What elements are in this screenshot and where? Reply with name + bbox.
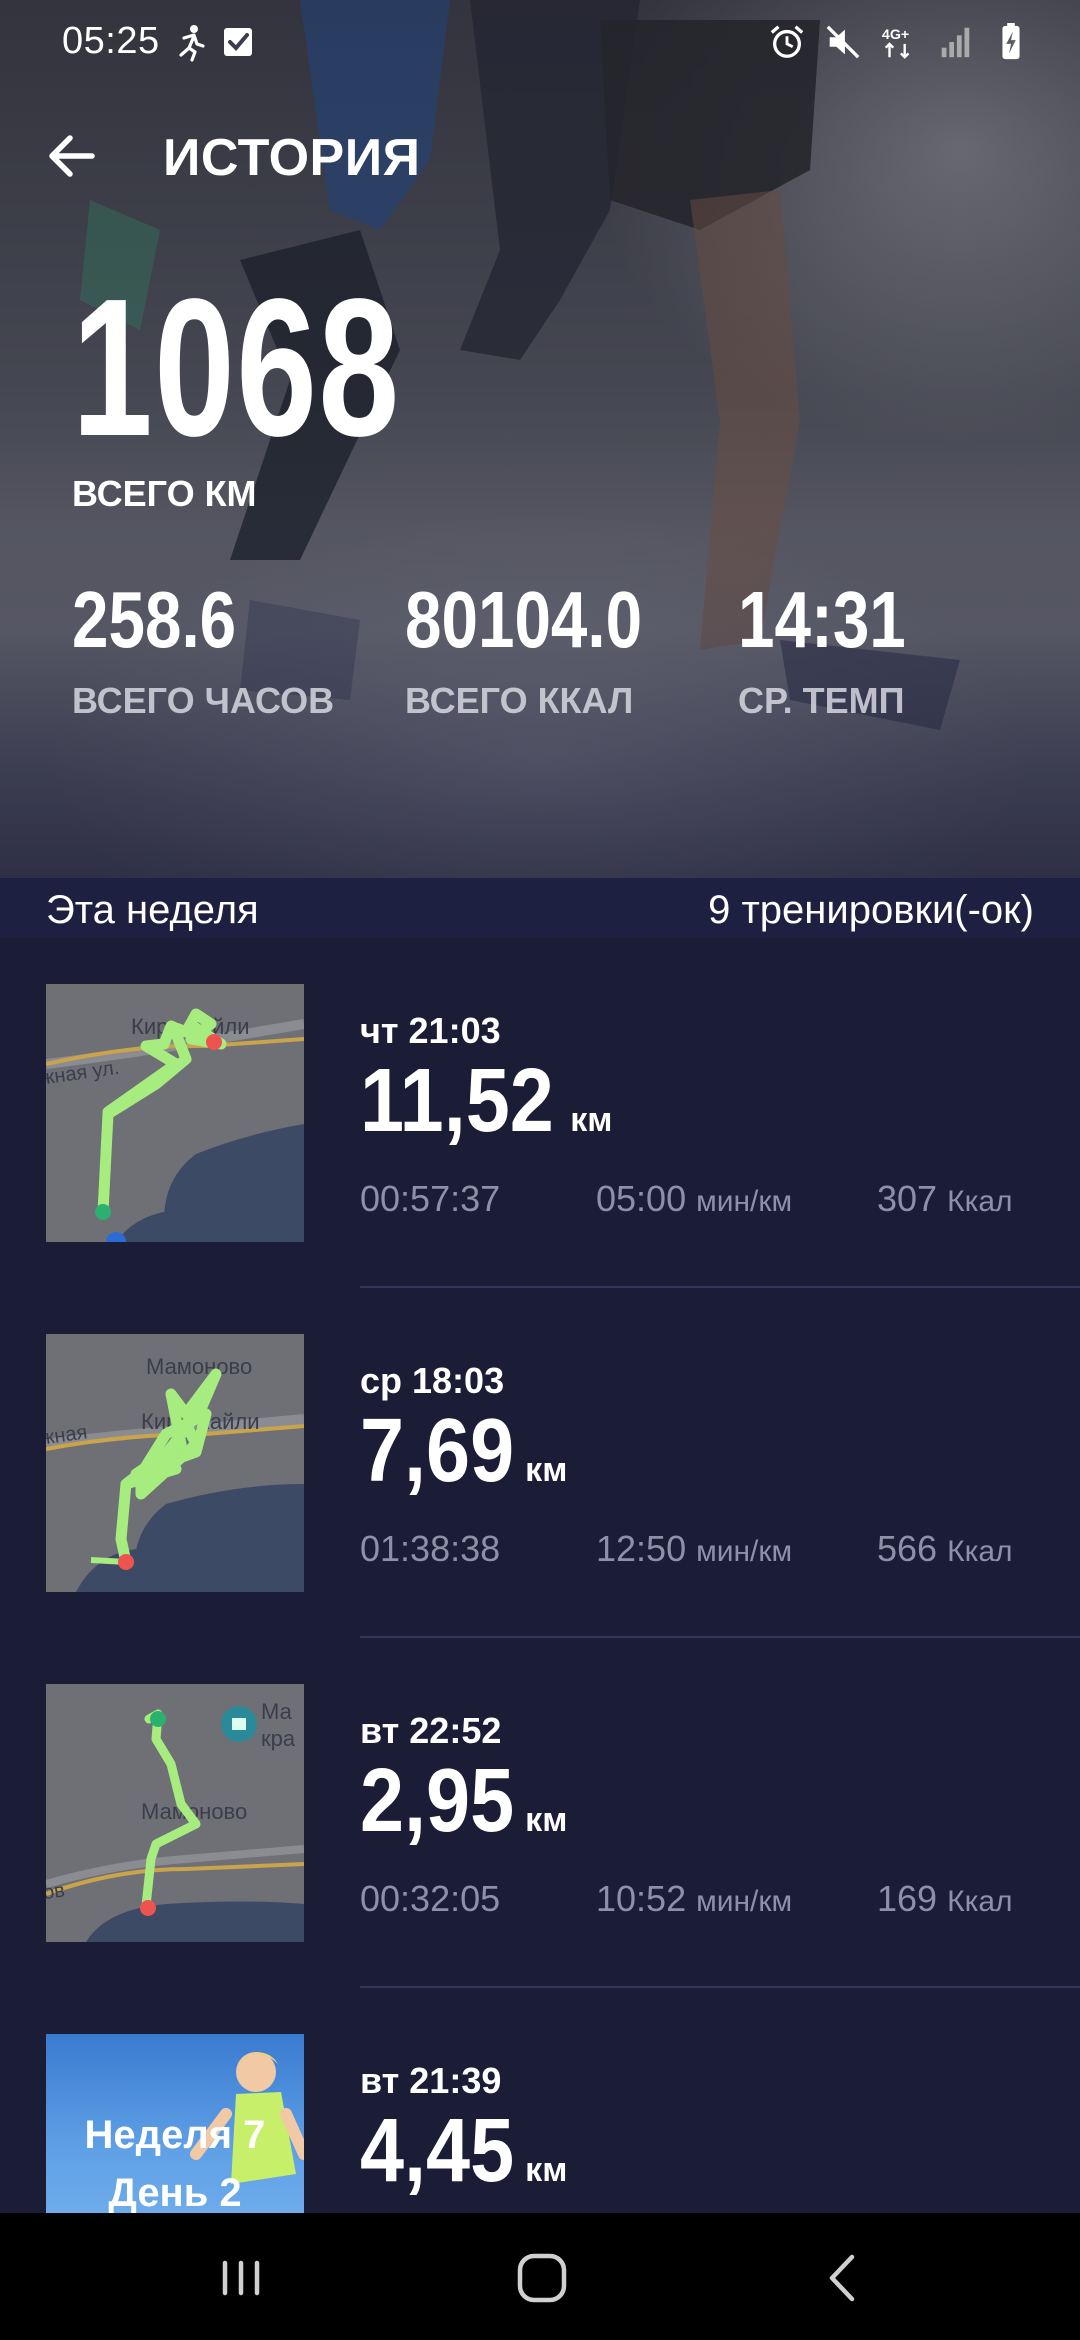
avg-pace-stat: 14:31 СР. ТЕМП bbox=[738, 580, 943, 722]
workout-metrics: 00:57:37 05:00 мин/км 307 Ккал bbox=[360, 1178, 1040, 1222]
workout-duration: 00:32:05 bbox=[360, 1878, 501, 1919]
week-title: Эта неделя bbox=[46, 888, 259, 932]
workout-calories-value: 169 bbox=[877, 1878, 938, 1919]
workout-date-time: вт 21:39 bbox=[360, 2060, 502, 2101]
workout-distance-unit: км bbox=[570, 1101, 613, 1139]
route-map-thumbnail: Ма кра Мамоново ов bbox=[46, 1684, 304, 1942]
total-hours-label: ВСЕГО ЧАСОВ bbox=[72, 680, 335, 721]
workout-pace-value: 05:00 bbox=[596, 1178, 687, 1219]
workout-calories: 566 Ккал bbox=[877, 1528, 1013, 1570]
total-kcal-stat: 80104.0 ВСЕГО ККАЛ bbox=[405, 580, 694, 722]
back-button[interactable] bbox=[44, 126, 104, 186]
training-plan-label: Неделя 7 День 2 bbox=[46, 2106, 304, 2213]
workout-date-time: вт 22:52 bbox=[360, 1710, 502, 1751]
total-kcal-value: 80104.0 bbox=[405, 575, 643, 664]
workout-distance-unit: км bbox=[525, 1801, 568, 1839]
workout-pace: 10:52 мин/км bbox=[596, 1878, 792, 1920]
training-plan-thumbnail: Неделя 7 День 2 bbox=[46, 2034, 304, 2213]
signal-icon bbox=[941, 27, 970, 58]
battery-charging-icon bbox=[1002, 23, 1020, 60]
workout-item[interactable]: Ма кра Мамоново ов вт 22:52 2,95 км 00:32… bbox=[0, 1638, 1080, 1988]
workout-calories-unit: Ккал bbox=[947, 1535, 1013, 1568]
total-kcal-label: ВСЕГО ККАЛ bbox=[405, 680, 634, 721]
workout-distance-value: 2,95 bbox=[360, 1751, 515, 1851]
total-km-label: ВСЕГО КМ bbox=[72, 473, 257, 514]
workout-distance-unit: км bbox=[525, 2151, 568, 2189]
workout-calories: 169 Ккал bbox=[877, 1878, 1013, 1920]
workout-distance: 11,52 км bbox=[360, 1056, 612, 1146]
status-bar: 05:25 4G+ bbox=[0, 0, 1080, 84]
workout-pace-unit: мин/км bbox=[696, 1885, 793, 1918]
week-workout-count: 9 тренировки(-ок) bbox=[708, 888, 1034, 932]
svg-text:кра: кра bbox=[261, 1726, 296, 1751]
workout-distance: 2,95 км bbox=[360, 1756, 567, 1846]
workout-date-time: чт 21:03 bbox=[360, 1010, 501, 1051]
workout-calories-value: 566 bbox=[877, 1528, 938, 1569]
hero-banner: 05:25 4G+ ИСТОРИЯ 1068 ВСЕГО КМ 258.6 ВС… bbox=[0, 0, 1080, 878]
workout-calories-unit: Ккал bbox=[947, 1185, 1013, 1218]
alarm-icon bbox=[770, 25, 804, 58]
workout-pace-value: 10:52 bbox=[596, 1878, 687, 1919]
training-week-label: Неделя 7 bbox=[84, 2113, 266, 2157]
workout-distance-unit: км bbox=[525, 1451, 568, 1489]
home-icon[interactable] bbox=[507, 2243, 577, 2313]
workout-calories-value: 307 bbox=[877, 1178, 938, 1219]
workout-item[interactable]: Неделя 7 День 2 вт 21:39 4,45 км bbox=[0, 1988, 1080, 2213]
avg-pace-value: 14:31 bbox=[738, 575, 906, 664]
total-km-value: 1068 bbox=[72, 258, 401, 477]
workout-pace-unit: мин/км bbox=[696, 1535, 793, 1568]
page-title: ИСТОРИЯ bbox=[163, 129, 421, 187]
workout-distance: 4,45 км bbox=[360, 2106, 567, 2196]
svg-text:Мамоново: Мамоново bbox=[146, 1354, 252, 1379]
workout-distance-value: 4,45 bbox=[360, 2101, 515, 2201]
workout-distance-value: 7,69 bbox=[360, 1401, 515, 1501]
route-map-thumbnail: Кирх Хайли жная ул. bbox=[46, 984, 304, 1242]
workout-metrics: 00:32:05 10:52 мин/км 169 Ккал bbox=[360, 1878, 1040, 1922]
running-figure-icon bbox=[179, 25, 205, 62]
total-hours-value: 258.6 bbox=[72, 575, 237, 664]
svg-text:4G+: 4G+ bbox=[882, 27, 909, 43]
mute-icon bbox=[826, 25, 860, 59]
week-section-header: Эта неделя 9 тренировки(-ок) bbox=[0, 878, 1080, 938]
status-time: 05:25 bbox=[62, 20, 160, 62]
total-hours-stat: 258.6 ВСЕГО ЧАСОВ bbox=[72, 580, 334, 722]
training-day-label: День 2 bbox=[108, 2171, 242, 2213]
svg-text:ов: ов bbox=[46, 1879, 66, 1904]
checkbox-icon bbox=[224, 28, 252, 56]
workout-distance-value: 11,52 bbox=[360, 1051, 554, 1151]
workout-metrics: 01:38:38 12:50 мин/км 566 Ккал bbox=[360, 1528, 1040, 1572]
workout-calories: 307 Ккал bbox=[877, 1178, 1013, 1220]
workout-calories-unit: Ккал bbox=[947, 1885, 1013, 1918]
svg-text:Ма: Ма bbox=[261, 1699, 293, 1724]
workout-distance: 7,69 км bbox=[360, 1406, 567, 1496]
system-nav-bar bbox=[0, 2213, 1080, 2340]
route-map-thumbnail: Мамоново Кирх Хайли жная bbox=[46, 1334, 304, 1592]
back-nav-icon[interactable] bbox=[810, 2243, 880, 2313]
workout-pace: 05:00 мин/км bbox=[596, 1178, 792, 1220]
workout-item[interactable]: Кирх Хайли жная ул. чт 21:03 11,52 км 00:… bbox=[0, 938, 1080, 1288]
workout-duration: 00:57:37 bbox=[360, 1178, 501, 1219]
workout-item[interactable]: Мамоново Кирх Хайли жная ср 18:03 7,69 км… bbox=[0, 1288, 1080, 1638]
workout-list: Кирх Хайли жная ул. чт 21:03 11,52 км 00:… bbox=[0, 938, 1080, 2213]
workout-duration: 01:38:38 bbox=[360, 1528, 501, 1569]
workout-pace-unit: мин/км bbox=[696, 1185, 793, 1218]
workout-pace-value: 12:50 bbox=[596, 1528, 687, 1569]
workout-date-time: ср 18:03 bbox=[360, 1360, 505, 1401]
recent-apps-icon[interactable] bbox=[206, 2243, 276, 2313]
workout-pace: 12:50 мин/км bbox=[596, 1528, 792, 1570]
avg-pace-label: СР. ТЕМП bbox=[738, 680, 905, 721]
network-4g-icon: 4G+ bbox=[882, 27, 910, 59]
